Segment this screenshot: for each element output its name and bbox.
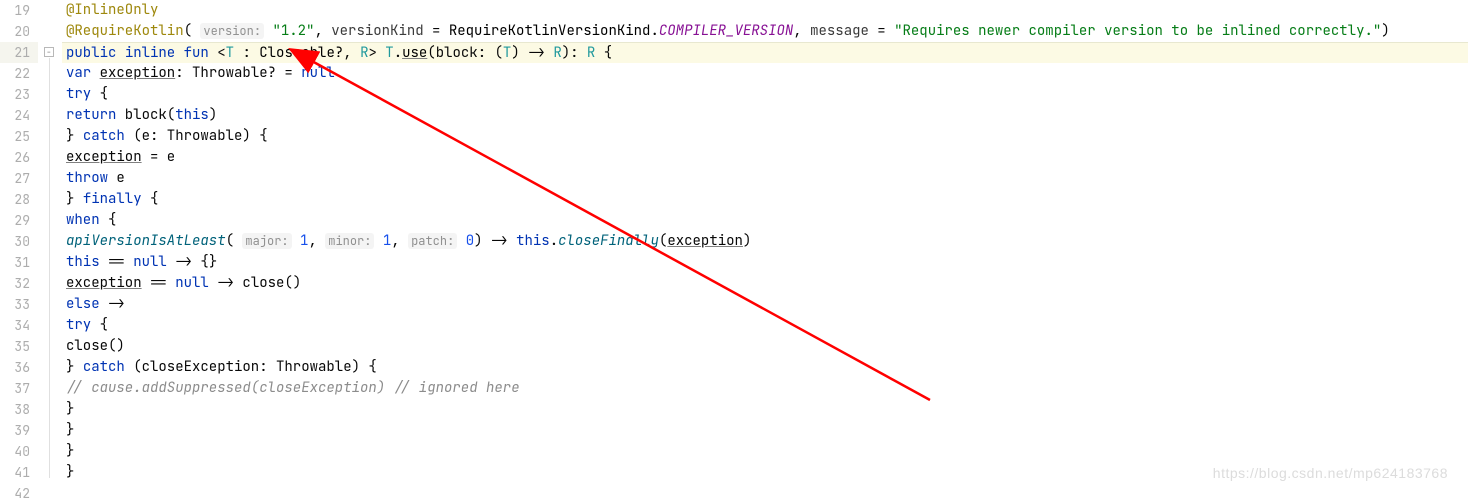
line-number: 23 xyxy=(0,84,38,105)
code-content[interactable]: @InlineOnly @RequireKotlin( version: "1.… xyxy=(62,0,1468,504)
line-number: 37 xyxy=(0,378,38,399)
function-name: use xyxy=(402,44,427,62)
watermark: https://blog.csdn.net/mp624183768 xyxy=(1213,463,1448,484)
annotation: @RequireKotlin xyxy=(66,22,184,40)
line-number: 29 xyxy=(0,210,38,231)
code-line[interactable]: return block(this) xyxy=(62,105,1468,126)
line-number: 30 xyxy=(0,231,38,252)
keyword: public xyxy=(66,44,116,62)
code-line[interactable]: } xyxy=(62,399,1468,420)
line-number: 39 xyxy=(0,420,38,441)
line-number: 25 xyxy=(0,126,38,147)
annotation: @InlineOnly xyxy=(66,1,158,19)
code-line[interactable]: } finally { xyxy=(62,189,1468,210)
code-line[interactable]: apiVersionIsAtLeast( major: 1, minor: 1,… xyxy=(62,231,1468,252)
line-number: 24 xyxy=(0,105,38,126)
param-hint: major: xyxy=(242,233,291,249)
code-line[interactable]: } catch (closeException: Throwable) { xyxy=(62,357,1468,378)
code-line[interactable]: } xyxy=(62,420,1468,441)
param-hint: minor: xyxy=(325,233,374,249)
code-line[interactable] xyxy=(62,483,1468,504)
string-literal: "1.2" xyxy=(272,22,314,40)
line-number-gutter: 19 20 21 22 23 24 25 26 27 28 29 30 31 3… xyxy=(0,0,42,504)
code-line[interactable]: } catch (e: Throwable) { xyxy=(62,126,1468,147)
line-number: 26 xyxy=(0,147,38,168)
line-number: 38 xyxy=(0,399,38,420)
enum-constant: COMPILER_VERSION xyxy=(659,22,793,40)
param-hint: version: xyxy=(200,23,264,39)
code-line[interactable]: exception = e xyxy=(62,147,1468,168)
keyword: fun xyxy=(184,44,209,62)
line-number: 21 xyxy=(0,42,38,63)
code-line[interactable]: @RequireKotlin( version: "1.2", versionK… xyxy=(62,21,1468,42)
string-literal: "Requires newer compiler version to be i… xyxy=(894,22,1381,40)
param-hint: patch: xyxy=(408,233,457,249)
line-number: 31 xyxy=(0,252,38,273)
code-line[interactable]: exception == null -> close() xyxy=(62,273,1468,294)
code-editor[interactable]: 19 20 21 22 23 24 25 26 27 28 29 30 31 3… xyxy=(0,0,1468,504)
code-line-highlighted[interactable]: public inline fun <T : Closeable?, R> T.… xyxy=(62,42,1468,63)
code-line[interactable]: try { xyxy=(62,315,1468,336)
line-number: 40 xyxy=(0,441,38,462)
keyword: inline xyxy=(125,44,175,62)
fold-column: − xyxy=(42,0,62,504)
code-line[interactable]: var exception: Throwable? = null xyxy=(62,63,1468,84)
line-number: 42 xyxy=(0,483,38,504)
code-line[interactable]: // cause.addSuppressed(closeException) /… xyxy=(62,378,1468,399)
code-line[interactable]: this == null -> {} xyxy=(62,252,1468,273)
code-line[interactable]: @InlineOnly xyxy=(62,0,1468,21)
line-number: 32 xyxy=(0,273,38,294)
line-number: 34 xyxy=(0,315,38,336)
code-line[interactable]: when { xyxy=(62,210,1468,231)
code-line[interactable]: } xyxy=(62,441,1468,462)
comment: // cause.addSuppressed(closeException) /… xyxy=(66,379,520,397)
code-line[interactable]: else -> xyxy=(62,294,1468,315)
line-number: 22 xyxy=(0,63,38,84)
line-number: 35 xyxy=(0,336,38,357)
line-number: 27 xyxy=(0,168,38,189)
line-number: 20 xyxy=(0,21,38,42)
code-line[interactable]: close() xyxy=(62,336,1468,357)
fold-guide xyxy=(49,58,50,478)
line-number: 36 xyxy=(0,357,38,378)
code-line[interactable]: try { xyxy=(62,84,1468,105)
line-number: 28 xyxy=(0,189,38,210)
line-number: 41 xyxy=(0,462,38,483)
line-number: 19 xyxy=(0,0,38,21)
code-line[interactable]: throw e xyxy=(62,168,1468,189)
fold-toggle-icon[interactable]: − xyxy=(44,47,54,57)
line-number: 33 xyxy=(0,294,38,315)
